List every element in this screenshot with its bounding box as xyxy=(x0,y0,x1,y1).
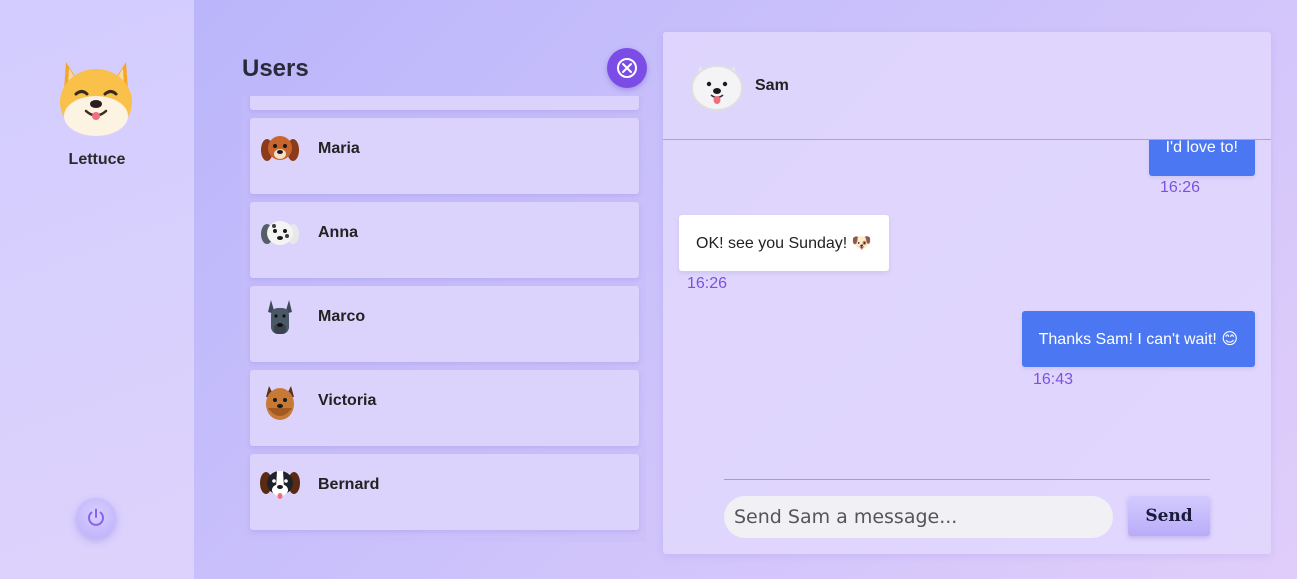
message-timestamp: 16:26 xyxy=(687,275,728,292)
sidebar: Lettuce xyxy=(0,0,194,579)
composer-divider xyxy=(724,479,1210,480)
message-bubble-sent: I'd love to! xyxy=(1148,140,1255,176)
chat-contact-name: Sam xyxy=(755,77,789,94)
message-text: Thanks Sam! I can't wait! xyxy=(1038,331,1217,348)
brown-spaniel-icon xyxy=(261,136,299,161)
close-icon xyxy=(617,58,637,78)
users-list[interactable]: Maria Anna Marco Victoria Bernard xyxy=(242,96,646,542)
logout-button[interactable] xyxy=(76,498,116,538)
message-timestamp: 16:43 xyxy=(1033,371,1074,388)
message-text: I'd love to! xyxy=(1165,140,1238,156)
samoyed-icon xyxy=(691,65,743,111)
user-card-partial[interactable] xyxy=(250,96,639,110)
great-dane-icon xyxy=(268,300,292,334)
power-icon xyxy=(88,508,104,526)
users-title: Users xyxy=(242,55,309,82)
user-name: Anna xyxy=(318,224,358,241)
user-card-marco[interactable]: Marco xyxy=(250,286,639,362)
send-button[interactable]: Send xyxy=(1128,496,1210,536)
message-timestamp: 16:26 xyxy=(1160,179,1201,196)
chat-panel: Sam I'd love to! 16:26 OK! see you Sunda… xyxy=(663,32,1271,554)
user-name: Victoria xyxy=(318,392,377,409)
chat-header: Sam xyxy=(663,32,1271,140)
smiling-face-icon: 😊 xyxy=(1221,329,1238,348)
message-bubble-received: OK! see you Sunday! 🐶 xyxy=(679,215,889,271)
user-card-bernard[interactable]: Bernard xyxy=(250,454,639,530)
message-input[interactable] xyxy=(724,496,1113,538)
user-card-victoria[interactable]: Victoria xyxy=(250,370,639,446)
shiba-dog-icon xyxy=(60,62,132,136)
message-list[interactable]: I'd love to! 16:26 OK! see you Sunday! 🐶… xyxy=(663,140,1271,470)
user-name: Bernard xyxy=(318,476,380,493)
saint-bernard-icon xyxy=(260,471,300,499)
message-bubble-sent: Thanks Sam! I can't wait! 😊 xyxy=(1021,311,1255,367)
dalmatian-icon xyxy=(261,221,299,245)
user-card-maria[interactable]: Maria xyxy=(250,118,639,194)
message-text: OK! see you Sunday! xyxy=(696,235,848,252)
user-name: Maria xyxy=(318,140,360,157)
yorkie-icon xyxy=(266,386,294,420)
user-name: Marco xyxy=(318,308,366,325)
user-card-anna[interactable]: Anna xyxy=(250,202,639,278)
profile-name: Lettuce xyxy=(68,151,126,168)
close-users-button[interactable] xyxy=(607,48,647,88)
dog-face-icon: 🐶 xyxy=(851,233,872,252)
